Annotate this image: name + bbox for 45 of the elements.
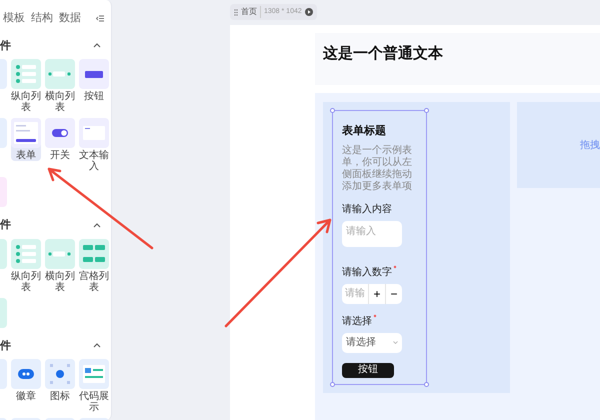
- heading-text: 这是一个普通文本: [323, 45, 443, 62]
- drop-hint: 拖拽: [580, 138, 600, 152]
- component-tile[interactable]: 表单: [11, 118, 41, 161]
- switch-icon: [52, 129, 68, 137]
- resize-handle[interactable]: [424, 108, 429, 113]
- submit-button[interactable]: 按钮: [342, 362, 394, 378]
- panel-tab[interactable]: 数据: [59, 10, 81, 26]
- form-description: 这是一个示例表单，你可以从左侧面板继续拖动添加更多表单项: [342, 144, 413, 192]
- list-icon: [48, 250, 72, 258]
- list-icon: [15, 64, 37, 84]
- resize-handle[interactable]: [424, 382, 429, 386]
- chevron-down-icon: [393, 341, 398, 344]
- select-field[interactable]: 请选择: [342, 332, 402, 352]
- field-label: 请输入内容: [342, 202, 392, 216]
- grid-icon: [83, 244, 105, 262]
- badge-icon: [18, 369, 34, 379]
- selection-frame[interactable]: 表单标题 这是一个示例表单，你可以从左侧面板继续拖动添加更多表单项 请输入内容 请输入 请输入数字 请输 + − 请选择 请选择 按钮: [332, 110, 427, 384]
- code-icon: [83, 365, 105, 383]
- collapse-icon[interactable]: [96, 14, 104, 22]
- button-icon: [85, 70, 103, 78]
- chevron-up-icon[interactable]: [93, 222, 101, 228]
- section-title: 件: [0, 38, 11, 54]
- resize-handle[interactable]: [330, 108, 335, 113]
- form-title: 表单标题: [342, 124, 387, 139]
- list-icon: [48, 70, 72, 78]
- input-icon: [83, 126, 105, 140]
- increment-button[interactable]: +: [368, 284, 385, 304]
- number-field[interactable]: 请输 + −: [342, 284, 402, 304]
- icon-grid-icon: [49, 363, 71, 385]
- drag-handle-icon: [234, 8, 238, 16]
- resize-handle[interactable]: [330, 382, 335, 386]
- panel-tab[interactable]: 结构: [31, 10, 53, 26]
- list-icon: [15, 244, 37, 264]
- chevron-up-icon[interactable]: [93, 43, 101, 48]
- panel-tab[interactable]: 模板: [3, 10, 25, 26]
- section-title: 件: [0, 218, 11, 233]
- decrement-button[interactable]: −: [385, 284, 402, 304]
- play-icon[interactable]: [304, 8, 313, 16]
- textarea-field[interactable]: 请输入: [342, 220, 402, 246]
- page-name: 首页: [241, 6, 261, 18]
- section-title: 件: [0, 338, 11, 354]
- chevron-up-icon[interactable]: [93, 343, 101, 348]
- form-icon: [14, 122, 38, 144]
- field-label: 请输入数字: [342, 266, 392, 280]
- field-label: 请选择: [342, 314, 372, 328]
